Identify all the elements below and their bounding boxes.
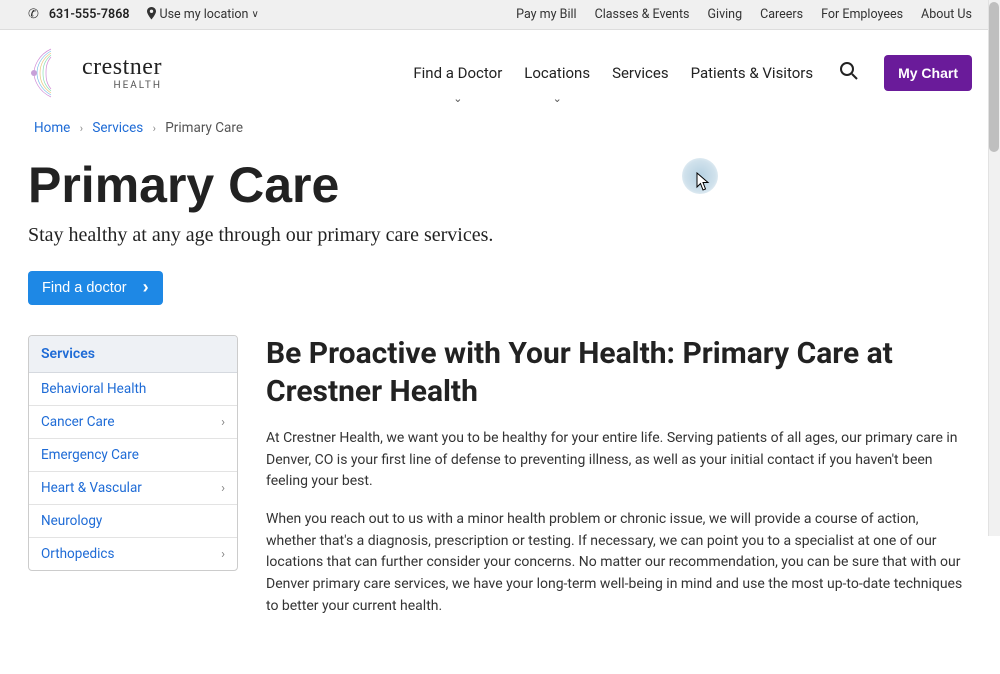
sidebar-item-label: Emergency Care xyxy=(41,447,139,463)
page-subtitle: Stay healthy at any age through our prim… xyxy=(0,224,1000,271)
chevron-right-icon: › xyxy=(221,481,225,496)
scrollbar-track[interactable] xyxy=(988,0,1000,536)
sidebar-item-behavioral-health[interactable]: Behavioral Health xyxy=(29,373,237,406)
chevron-down-icon: ∨ xyxy=(251,9,258,20)
nav-label: Patients & Visitors xyxy=(691,64,813,82)
pin-icon xyxy=(146,7,157,23)
nav-label: Locations xyxy=(524,64,590,82)
util-link-careers[interactable]: Careers xyxy=(760,7,803,22)
phone-icon: ✆ xyxy=(28,7,39,22)
utility-bar: ✆ 631-555-7868 Use my location ∨ Pay my … xyxy=(0,0,1000,30)
sidebar-item-label: Neurology xyxy=(41,513,102,529)
body-paragraph: At Crestner Health, we want you to be he… xyxy=(266,428,972,493)
chevron-right-icon: › xyxy=(221,547,225,562)
body-paragraph: When you reach out to us with a minor he… xyxy=(266,509,972,617)
util-link-employees[interactable]: For Employees xyxy=(821,7,903,22)
sidebar-item-orthopedics[interactable]: Orthopedics › xyxy=(29,538,237,570)
sidebar-item-label: Cancer Care xyxy=(41,414,114,430)
util-link-classes[interactable]: Classes & Events xyxy=(595,7,690,22)
breadcrumb-home[interactable]: Home xyxy=(34,120,70,136)
breadcrumb-sep: › xyxy=(80,122,83,135)
mychart-button[interactable]: My Chart xyxy=(884,55,972,91)
site-header: crestner HEALTH Find a Doctor ⌄ Location… xyxy=(0,30,1000,104)
sidebar-item-label: Orthopedics xyxy=(41,546,114,562)
logo-name: crestner xyxy=(82,55,162,79)
nav-locations[interactable]: Locations ⌄ xyxy=(524,64,590,100)
section-heading: Be Proactive with Your Health: Primary C… xyxy=(266,335,972,410)
sidebar-item-label: Behavioral Health xyxy=(41,381,146,397)
main-nav: Find a Doctor ⌄ Locations ⌄ Services Pat… xyxy=(413,55,972,91)
site-logo[interactable]: crestner HEALTH xyxy=(28,47,162,99)
sidebar-item-heart-vascular[interactable]: Heart & Vascular › xyxy=(29,472,237,505)
util-link-giving[interactable]: Giving xyxy=(708,7,743,22)
nav-find-doctor[interactable]: Find a Doctor ⌄ xyxy=(413,64,502,100)
sidebar-item-neurology[interactable]: Neurology xyxy=(29,505,237,538)
sidebar-item-emergency-care[interactable]: Emergency Care xyxy=(29,439,237,472)
chevron-down-icon: ⌄ xyxy=(553,92,562,105)
logo-subtext: HEALTH xyxy=(113,81,161,91)
find-doctor-button[interactable]: Find a doctor xyxy=(28,271,163,305)
logo-mark-icon xyxy=(28,47,74,99)
nav-services[interactable]: Services xyxy=(612,64,669,100)
chevron-right-icon: › xyxy=(221,415,225,430)
util-link-about[interactable]: About Us xyxy=(921,7,972,22)
nav-label: Services xyxy=(612,64,669,82)
sidebar-item-label: Heart & Vascular xyxy=(41,480,142,496)
search-button[interactable] xyxy=(835,57,862,89)
scrollbar-thumb[interactable] xyxy=(989,2,999,152)
search-icon xyxy=(839,64,858,85)
page-title: Primary Care xyxy=(0,142,1000,224)
main-content: Be Proactive with Your Health: Primary C… xyxy=(266,335,972,634)
nav-label: Find a Doctor xyxy=(413,64,502,82)
breadcrumb-services[interactable]: Services xyxy=(92,120,143,136)
chevron-down-icon: ⌄ xyxy=(453,92,462,105)
nav-patients-visitors[interactable]: Patients & Visitors xyxy=(691,64,813,100)
util-link-paybill[interactable]: Pay my Bill xyxy=(516,7,576,22)
breadcrumb-sep: › xyxy=(153,122,156,135)
breadcrumb-current: Primary Care xyxy=(165,120,243,136)
use-location-link[interactable]: Use my location ∨ xyxy=(146,7,259,23)
breadcrumb: Home › Services › Primary Care xyxy=(0,104,1000,142)
sidebar-item-cancer-care[interactable]: Cancer Care › xyxy=(29,406,237,439)
phone-number[interactable]: 631-555-7868 xyxy=(49,7,130,22)
utility-links: Pay my Bill Classes & Events Giving Care… xyxy=(516,7,972,22)
sidebar-heading: Services xyxy=(29,336,237,373)
use-location-label: Use my location xyxy=(160,7,249,22)
